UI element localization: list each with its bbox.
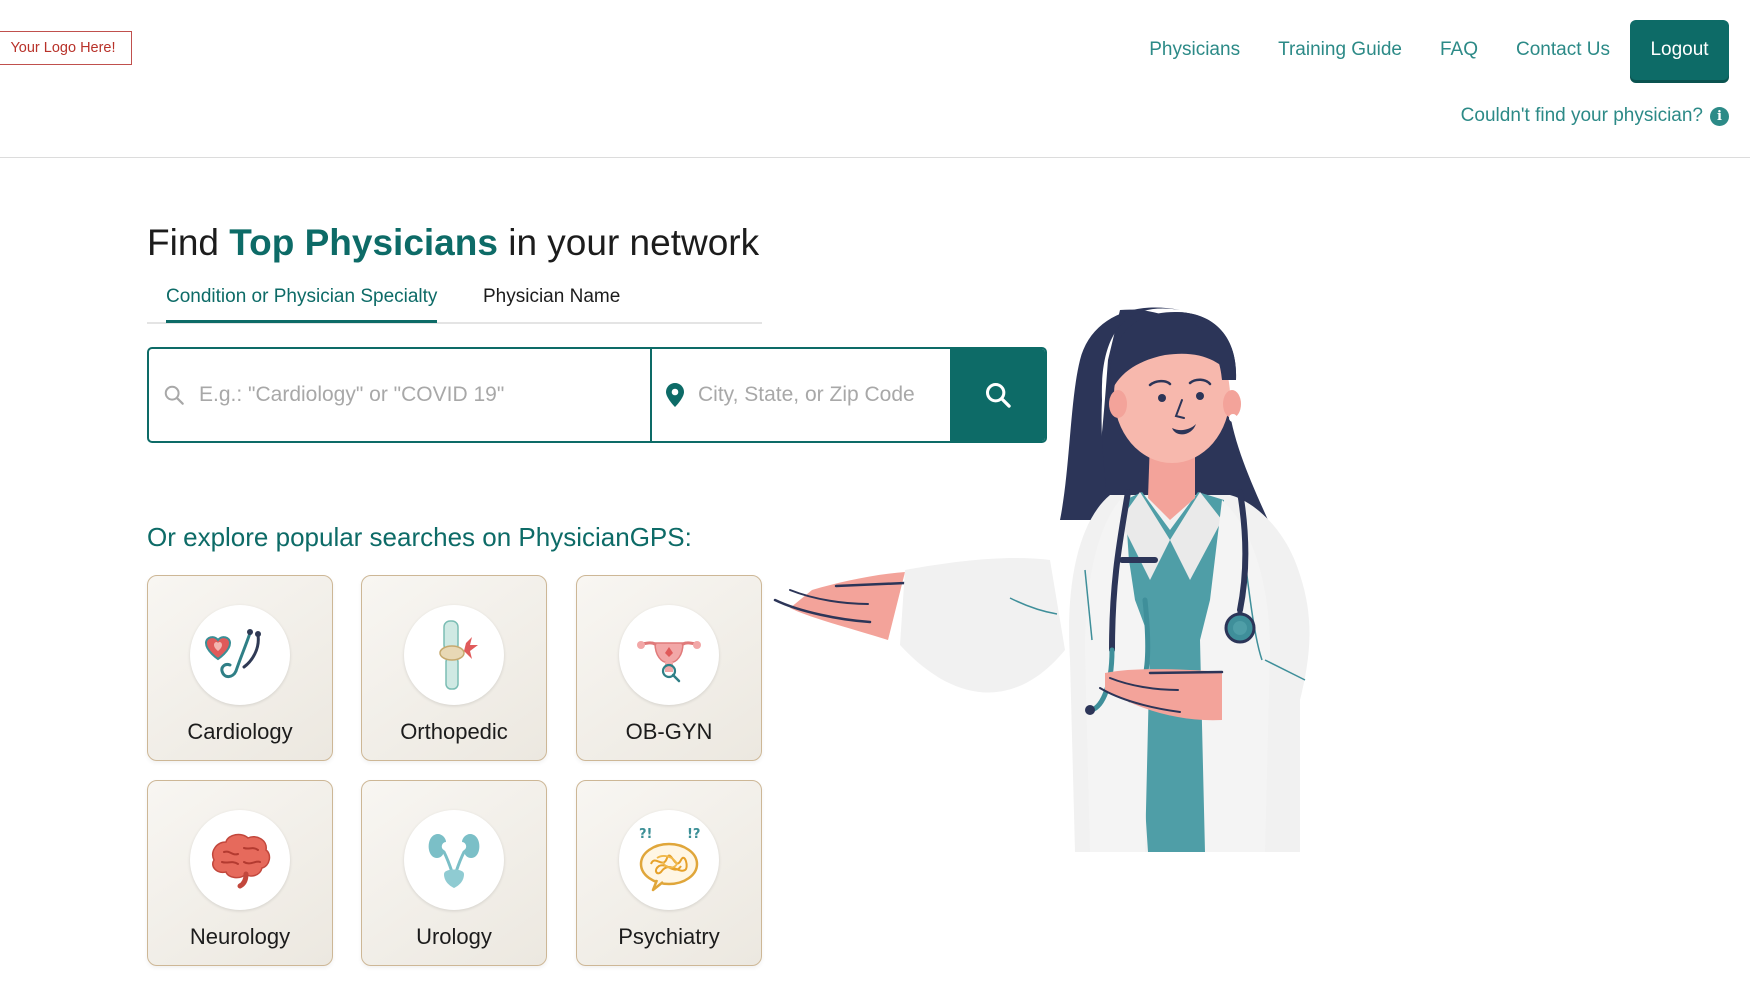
specialty-card-ob-gyn[interactable]: OB-GYN: [576, 575, 762, 761]
uterus-icon: [619, 605, 719, 705]
tangled-thoughts-icon: ?! !?: [619, 810, 719, 910]
specialty-label: Orthopedic: [400, 719, 508, 744]
info-icon[interactable]: i: [1710, 106, 1729, 126]
condition-field: [149, 349, 652, 441]
heart-stethoscope-icon: [190, 605, 290, 705]
location-pin-icon: [666, 383, 684, 407]
svg-text:!?: !?: [687, 827, 700, 842]
svg-text:?!: ?!: [639, 827, 652, 842]
specialty-card-cardiology[interactable]: Cardiology: [147, 575, 333, 761]
logo[interactable]: Your Logo Here!: [0, 31, 132, 65]
specialty-card-urology[interactable]: Urology: [361, 780, 547, 966]
specialty-card-psychiatry[interactable]: ?! !? Psychiatry: [576, 780, 762, 966]
nav-training-guide[interactable]: Training Guide: [1278, 39, 1402, 61]
knee-joint-icon: [404, 605, 504, 705]
nav-faq[interactable]: FAQ: [1440, 39, 1478, 61]
site-header: Your Logo Here! Physicians Training Guid…: [0, 0, 1750, 158]
brain-icon: [190, 810, 290, 910]
search-icon: [164, 385, 184, 405]
search-mode-tabs: Condition or Physician Specialty Physici…: [147, 280, 762, 324]
specialty-label: Psychiatry: [618, 924, 720, 949]
explore-heading: Or explore popular searches on Physician…: [147, 522, 692, 552]
headline-prefix: Find: [147, 222, 219, 263]
headline-suffix: in your network: [508, 222, 760, 263]
kidneys-icon: [404, 810, 504, 910]
tab-condition-specialty[interactable]: Condition or Physician Specialty: [166, 286, 438, 323]
specialty-label: Urology: [416, 924, 492, 949]
specialty-card-neurology[interactable]: Neurology: [147, 780, 333, 966]
logout-button[interactable]: Logout: [1630, 20, 1729, 80]
cant-find-physician-link[interactable]: Couldn't find your physician? i: [1461, 105, 1729, 127]
nav-contact-us[interactable]: Contact Us: [1516, 39, 1610, 61]
cant-find-label: Couldn't find your physician?: [1460, 105, 1703, 126]
doctor-illustration: [773, 307, 1310, 852]
specialty-label: OB-GYN: [625, 719, 713, 744]
specialty-label: Neurology: [189, 924, 291, 949]
tab-physician-name[interactable]: Physician Name: [483, 286, 620, 320]
nav-physicians[interactable]: Physicians: [1149, 39, 1240, 61]
condition-search-input[interactable]: [197, 349, 650, 441]
specialty-label: Cardiology: [187, 719, 293, 744]
specialty-card-orthopedic[interactable]: Orthopedic: [361, 575, 547, 761]
page-title: Find Top Physicians in your network: [147, 222, 759, 264]
main-nav: Physicians Training Guide FAQ Contact Us…: [1111, 20, 1729, 80]
headline-accent: Top Physicians: [229, 222, 498, 263]
